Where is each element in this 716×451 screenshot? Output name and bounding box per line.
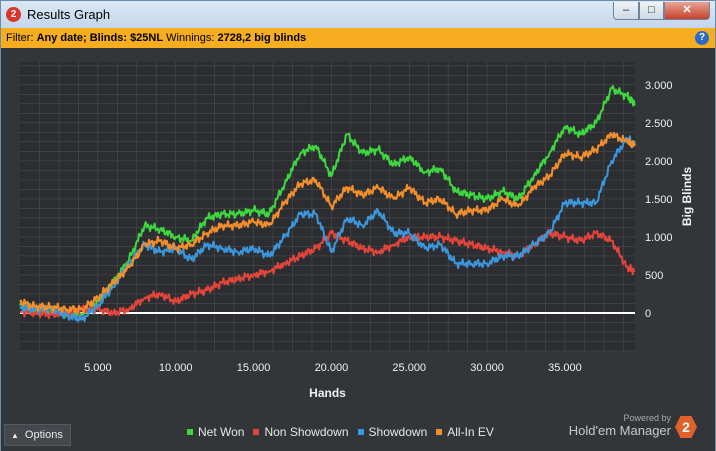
y-tick-label: 500	[645, 270, 663, 282]
legend-swatch-icon	[436, 429, 443, 435]
filter-prefix: Filter:	[6, 32, 37, 44]
x-tick-label: 35.000	[548, 362, 582, 374]
plot-area	[20, 62, 635, 351]
results-graph-window: 2 Results Graph – □ ✕ Filter: Any date; …	[0, 0, 716, 451]
chart-legend: Net Won Non Showdown Showdown All-In EV	[187, 425, 503, 439]
y-tick-label: 2.500	[645, 118, 673, 130]
help-icon[interactable]: ?	[695, 31, 709, 45]
filter-winnings-label: Winnings:	[163, 32, 218, 44]
y-axis-title: Big Blinds	[680, 167, 694, 227]
filter-date: Any date; Blinds: $25NL	[36, 32, 164, 44]
x-axis-title: Hands	[309, 386, 346, 400]
chart-svg: 5.000 10.000 15.000 20.000 25.000 30.000 35.00…	[19, 62, 694, 400]
y-tick-label: 3.000	[645, 80, 673, 92]
legend-item[interactable]: Non Showdown	[253, 425, 349, 439]
options-button[interactable]: ▲ Options	[4, 424, 71, 446]
legend-item[interactable]: All-In EV	[436, 425, 494, 439]
x-tick-label: 10.000	[159, 362, 193, 374]
legend-swatch-icon	[357, 429, 364, 435]
footer-bar: ▲ Options Net Won Non Showdown Showdown All-…	[1, 403, 715, 451]
filter-bar[interactable]: Filter: Any date; Blinds: $25NL Winnings…	[1, 28, 715, 48]
legend-label: All-In EV	[447, 425, 494, 439]
legend-swatch-icon	[187, 429, 193, 435]
x-tick-label: 30.000	[470, 362, 504, 374]
brand-logo-icon: 2	[675, 416, 697, 438]
y-tick-label: 1.000	[645, 232, 673, 244]
app-logo-icon: 2	[6, 7, 21, 22]
brand-name: Hold'em Manager	[568, 423, 671, 438]
options-label: Options	[24, 429, 63, 441]
legend-item[interactable]: Net Won	[187, 425, 244, 439]
results-chart: 5.000 10.000 15.000 20.000 25.000 30.000 35.00…	[1, 48, 715, 403]
window-title: Results Graph	[27, 7, 111, 22]
x-tick-label: 25.000	[392, 362, 426, 374]
maximize-button[interactable]: □	[639, 2, 664, 20]
filter-text: Filter: Any date; Blinds: $25NL Winnings…	[6, 28, 306, 48]
legend-label: Showdown	[368, 425, 428, 439]
legend-label: Net Won	[198, 425, 245, 439]
y-tick-label: 1.500	[645, 194, 673, 206]
legend-label: Non Showdown	[264, 425, 349, 439]
powered-by-label: Powered by	[623, 413, 671, 423]
title-bar[interactable]: 2 Results Graph – □ ✕	[1, 1, 715, 28]
close-button[interactable]: ✕	[664, 2, 710, 20]
brand-block: Powered by Hold'em Manager	[561, 413, 671, 438]
legend-swatch-icon	[253, 429, 260, 435]
y-tick-label: 0	[645, 308, 651, 320]
minimize-button[interactable]: –	[613, 2, 639, 20]
x-tick-label: 20.000	[315, 362, 349, 374]
filter-winnings-value: 2728,2 big blinds	[217, 32, 307, 44]
y-tick-label: 2.000	[645, 156, 673, 168]
x-tick-label: 5.000	[84, 362, 112, 374]
legend-item[interactable]: Showdown	[357, 425, 428, 439]
x-tick-label: 15.000	[237, 362, 271, 374]
chevron-up-icon: ▲	[11, 431, 19, 440]
